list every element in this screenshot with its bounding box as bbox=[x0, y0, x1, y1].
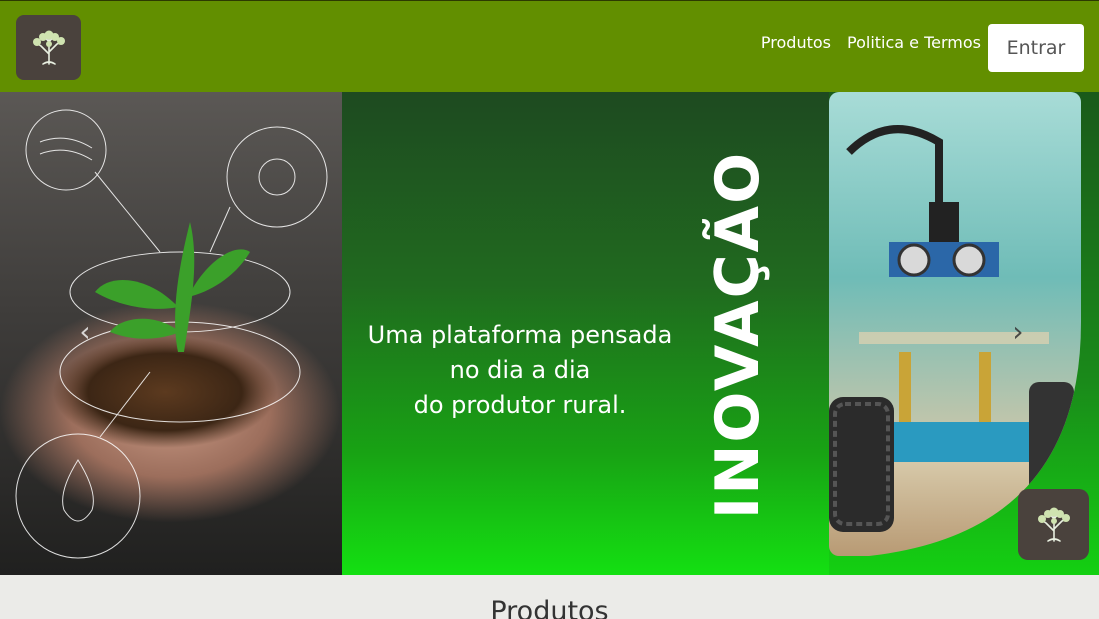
nav-link-politica-termos[interactable]: Politica e Termos bbox=[847, 33, 981, 52]
hero-headline-line: Uma plataforma pensada bbox=[367, 321, 673, 349]
products-section-title: Produtos bbox=[490, 596, 609, 619]
carousel-brand-badge bbox=[1018, 489, 1089, 560]
chevron-right-icon: › bbox=[1012, 315, 1024, 348]
tree-icon bbox=[1037, 507, 1070, 542]
logo[interactable] bbox=[16, 15, 81, 80]
hero-vertical-word-text: INOVAÇÃO bbox=[703, 150, 773, 519]
hero-headline: Uma plataforma pensada no dia a dia do p… bbox=[342, 318, 698, 423]
hero-headline-line: do produtor rural. bbox=[413, 391, 627, 419]
main-nav: Produtos Politica e Termos bbox=[761, 33, 981, 52]
nav-link-produtos[interactable]: Produtos bbox=[761, 33, 831, 52]
hero-carousel: Uma plataforma pensada no dia a dia do p… bbox=[0, 92, 1099, 575]
carousel-next-button[interactable]: › bbox=[1003, 317, 1033, 347]
tree-icon bbox=[32, 30, 65, 65]
hero-headline-line: no dia a dia bbox=[449, 356, 591, 384]
chevron-left-icon: ‹ bbox=[79, 315, 91, 348]
login-button[interactable]: Entrar bbox=[988, 24, 1084, 72]
robot-image bbox=[829, 92, 1081, 556]
seedling-image bbox=[0, 92, 342, 575]
carousel-prev-button[interactable]: ‹ bbox=[70, 317, 100, 347]
hero-vertical-word: INOVAÇÃO bbox=[703, 107, 773, 562]
top-navbar: Produtos Politica e Termos Entrar bbox=[0, 0, 1099, 92]
